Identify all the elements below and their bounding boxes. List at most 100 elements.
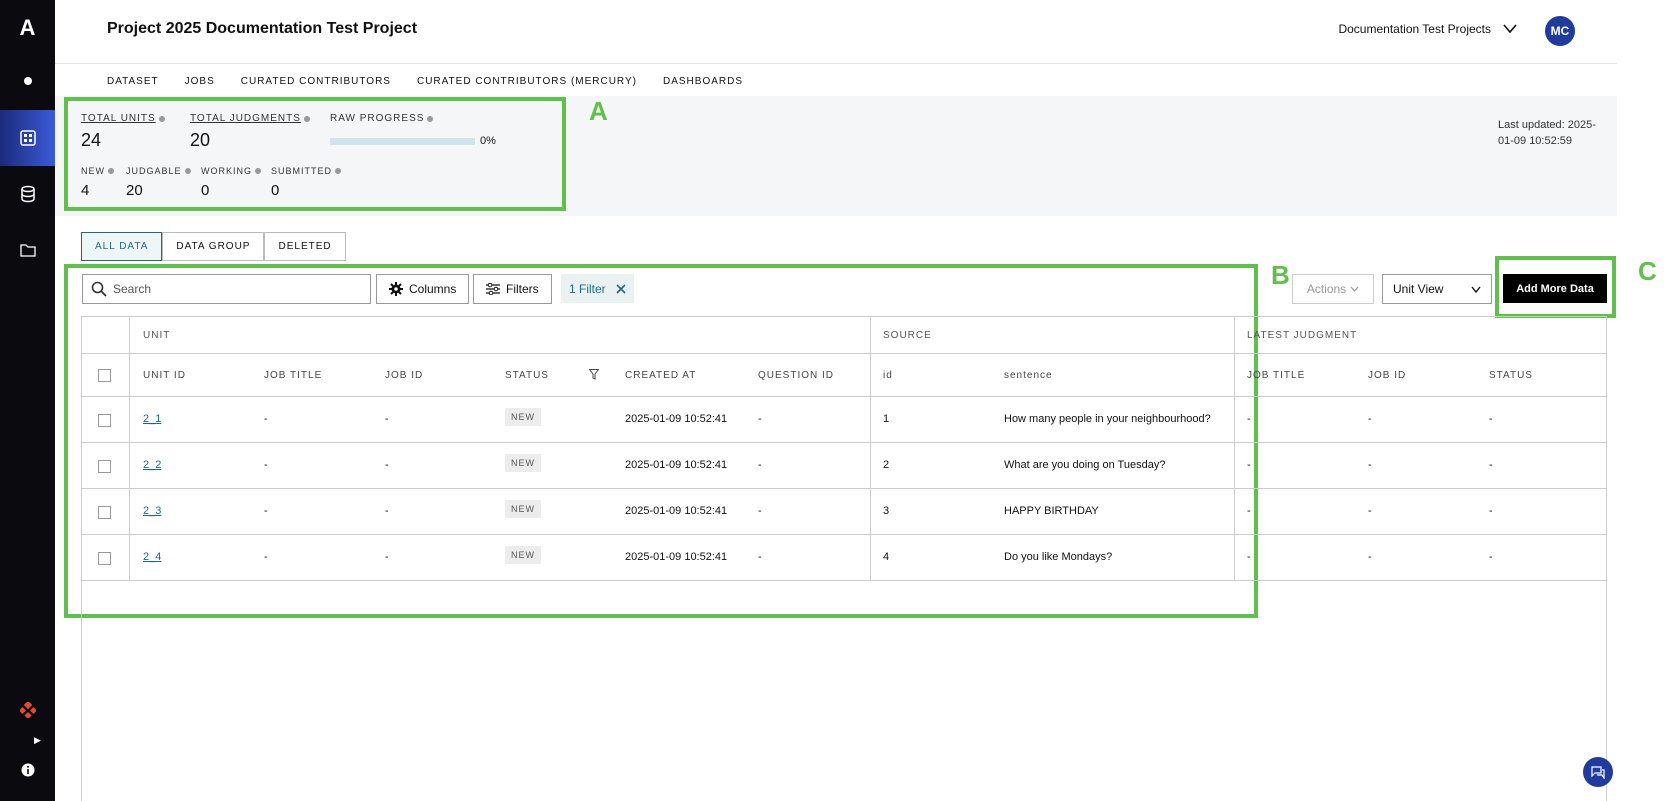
last-updated: Last updated: 2025-01-09 10:52:59 <box>1498 119 1596 147</box>
filters-button[interactable]: Filters <box>473 274 552 304</box>
col-lj-job-id[interactable]: JOB ID <box>1368 370 1406 381</box>
col-job-id[interactable]: JOB ID <box>385 370 423 381</box>
col-job-title[interactable]: JOB TITLE <box>264 370 322 381</box>
unit-view-label: Unit View <box>1393 282 1444 296</box>
table-row: 2_3 - - NEW 2025-01-09 10:52:41 - 3 HAPPY BIRTH… <box>81 489 1607 535</box>
cell-lj-status: - <box>1489 505 1493 517</box>
table-row: 2_1 - - NEW 2025-01-09 10:52:41 - 1 How many pe… <box>81 397 1607 443</box>
cell-question-id: - <box>758 505 762 517</box>
project-switcher-label: Documentation Test Projects <box>1338 22 1491 36</box>
data-tabs: ALL DATA DATA GROUP DELETED <box>81 232 346 261</box>
chat-icon[interactable] <box>1583 757 1613 787</box>
nav-curated-contributors[interactable]: CURATED CONTRIBUTORS <box>241 76 391 87</box>
col-lj-status[interactable]: STATUS <box>1489 370 1533 381</box>
table-row: 2_4 - - NEW 2025-01-09 10:52:41 - 4 Do you like… <box>81 535 1607 581</box>
gear-icon <box>389 282 403 296</box>
cell-unit-id[interactable]: 2_3 <box>143 505 161 517</box>
table-group-header: UNIT SOURCE LATEST JUDGMENT <box>81 316 1607 354</box>
tab-deleted[interactable]: DELETED <box>264 232 346 261</box>
status-badge: NEW <box>505 500 541 518</box>
cell-question-id: - <box>758 459 762 471</box>
sliders-icon <box>486 283 500 295</box>
cell-created-at: 2025-01-09 10:52:41 <box>625 459 728 471</box>
search-icon <box>91 281 107 297</box>
status-badge: NEW <box>505 546 541 564</box>
actions-dropdown[interactable]: Actions <box>1292 274 1374 304</box>
cell-job-id: - <box>385 551 389 563</box>
chevron-down-icon <box>1471 286 1481 293</box>
cell-created-at: 2025-01-09 10:52:41 <box>625 413 728 425</box>
select-all-checkbox[interactable] <box>98 369 111 382</box>
cell-unit-id[interactable]: 2_1 <box>143 413 161 425</box>
tab-data-group[interactable]: DATA GROUP <box>162 232 265 261</box>
cell-created-at: 2025-01-09 10:52:41 <box>625 505 728 517</box>
sidebar: A ▶ <box>0 0 55 801</box>
nav-dashboards[interactable]: DASHBOARDS <box>663 76 743 87</box>
cell-sentence: HAPPY BIRTHDAY <box>1004 505 1099 517</box>
col-source-id[interactable]: id <box>883 370 893 381</box>
cell-lj-job-title: - <box>1247 551 1251 563</box>
cell-lj-job-id: - <box>1368 551 1372 563</box>
col-question-id[interactable]: QUESTION ID <box>758 370 834 381</box>
search-placeholder: Search <box>113 282 152 296</box>
cell-source-id: 2 <box>883 459 890 471</box>
cell-job-title: - <box>264 413 268 425</box>
row-checkbox[interactable] <box>98 414 111 427</box>
col-status[interactable]: STATUS <box>505 370 549 381</box>
group-source: SOURCE <box>883 330 932 341</box>
project-nav: DATASET JOBS CURATED CONTRIBUTORS CURATE… <box>107 76 743 87</box>
add-more-data-button[interactable]: Add More Data <box>1503 274 1607 303</box>
chevron-down-icon <box>1350 286 1359 292</box>
close-icon[interactable] <box>616 283 626 294</box>
nav-dataset[interactable]: DATASET <box>107 76 159 87</box>
row-checkbox[interactable] <box>98 506 111 519</box>
annotation-label-b: B <box>1271 260 1290 290</box>
columns-button[interactable]: Columns <box>376 274 470 304</box>
app-logo[interactable]: A <box>0 8 55 48</box>
col-sentence[interactable]: sentence <box>1004 370 1053 381</box>
cell-lj-job-title: - <box>1247 505 1251 517</box>
dot-icon[interactable] <box>0 61 55 101</box>
cell-lj-job-title: - <box>1247 459 1251 471</box>
cell-job-title: - <box>264 551 268 563</box>
tab-all-data[interactable]: ALL DATA <box>81 232 163 261</box>
cell-question-id: - <box>758 551 762 563</box>
cell-lj-status: - <box>1489 459 1493 471</box>
folder-icon[interactable] <box>0 230 55 270</box>
filter-chip[interactable]: 1 Filter <box>561 274 634 303</box>
col-unit-id[interactable]: UNIT ID <box>143 370 186 381</box>
cell-lj-job-id: - <box>1368 459 1372 471</box>
annotation-label-a: A <box>589 96 608 126</box>
projects-icon[interactable] <box>0 110 55 166</box>
cell-unit-id[interactable]: 2_2 <box>143 459 161 471</box>
cell-job-id: - <box>385 505 389 517</box>
search-input[interactable]: Search <box>82 274 371 304</box>
cell-unit-id[interactable]: 2_4 <box>143 551 161 563</box>
filters-label: Filters <box>506 282 539 296</box>
nav-jobs[interactable]: JOBS <box>185 76 215 87</box>
expand-chevron-icon[interactable]: ▶ <box>20 730 55 750</box>
brand-mark-icon[interactable] <box>0 690 55 730</box>
cell-source-id: 1 <box>883 413 890 425</box>
cell-lj-job-title: - <box>1247 413 1251 425</box>
row-checkbox[interactable] <box>98 460 111 473</box>
cell-lj-job-id: - <box>1368 505 1372 517</box>
annotation-box-a <box>64 97 566 211</box>
page-title: Project 2025 Documentation Test Project <box>107 20 418 37</box>
project-switcher[interactable]: Documentation Test Projects <box>1338 22 1517 36</box>
database-icon[interactable] <box>0 174 55 214</box>
col-created-at[interactable]: CREATED AT <box>625 370 696 381</box>
cell-job-id: - <box>385 459 389 471</box>
nav-curated-contributors-mercury[interactable]: CURATED CONTRIBUTORS (MERCURY) <box>417 76 637 87</box>
cell-job-title: - <box>264 459 268 471</box>
status-badge: NEW <box>505 454 541 472</box>
avatar[interactable]: MC <box>1545 16 1575 46</box>
cell-sentence: How many people in your neighbourhood? <box>1004 413 1211 425</box>
actions-label: Actions <box>1306 282 1347 296</box>
filter-funnel-icon[interactable] <box>589 369 599 380</box>
info-icon[interactable] <box>0 750 55 790</box>
unit-view-select[interactable]: Unit View <box>1382 274 1492 304</box>
row-checkbox[interactable] <box>98 552 111 565</box>
col-lj-job-title[interactable]: JOB TITLE <box>1247 370 1305 381</box>
top-header: Project 2025 Documentation Test Project … <box>55 0 1617 64</box>
